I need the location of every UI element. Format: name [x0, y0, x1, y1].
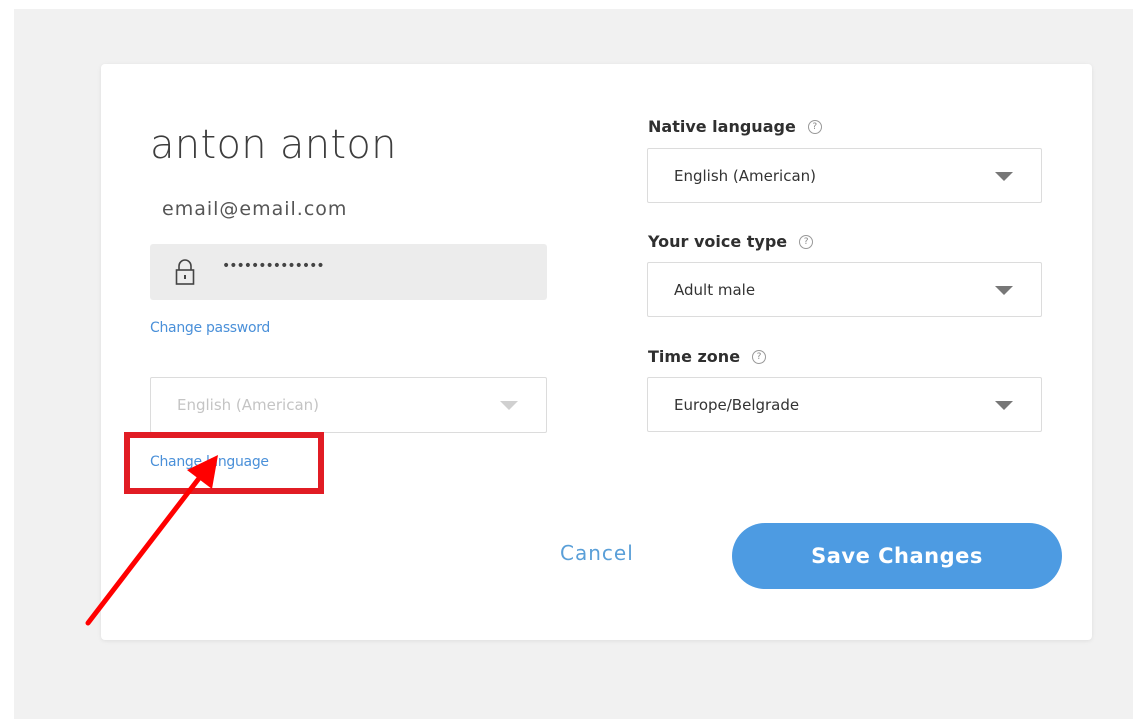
language-select[interactable]: English (American)	[150, 377, 547, 433]
time-zone-label: Time zone ?	[648, 347, 767, 366]
language-select-value: English (American)	[177, 396, 320, 414]
voice-type-value: Adult male	[674, 280, 756, 299]
lock-icon	[174, 258, 196, 286]
voice-type-label: Your voice type ?	[648, 232, 814, 251]
time-zone-label-text: Time zone	[648, 347, 741, 366]
native-language-value: English (American)	[674, 166, 817, 185]
user-name: anton anton	[150, 122, 397, 168]
voice-type-select[interactable]: Adult male	[647, 262, 1042, 317]
user-email: email@email.com	[162, 198, 348, 220]
chevron-down-icon	[995, 171, 1013, 181]
chevron-down-icon	[995, 285, 1013, 295]
help-icon[interactable]: ?	[752, 349, 767, 364]
help-icon[interactable]: ?	[799, 234, 814, 249]
password-value: ••••••••••••••	[222, 258, 325, 274]
native-language-label-text: Native language	[648, 117, 796, 136]
time-zone-value: Europe/Belgrade	[674, 395, 800, 414]
help-icon[interactable]: ?	[807, 119, 822, 134]
save-changes-label: Save Changes	[811, 544, 983, 568]
save-changes-button[interactable]: Save Changes	[732, 523, 1062, 589]
native-language-select[interactable]: English (American)	[647, 148, 1042, 203]
change-language-link[interactable]: Change language	[150, 454, 269, 470]
voice-type-label-text: Your voice type	[648, 232, 788, 251]
chevron-down-icon	[995, 400, 1013, 410]
native-language-label: Native language ?	[648, 117, 822, 136]
time-zone-select[interactable]: Europe/Belgrade	[647, 377, 1042, 432]
chevron-down-icon	[500, 401, 518, 410]
cancel-button[interactable]: Cancel	[560, 541, 634, 565]
password-field: ••••••••••••••	[150, 244, 547, 300]
change-password-link[interactable]: Change password	[150, 320, 270, 336]
